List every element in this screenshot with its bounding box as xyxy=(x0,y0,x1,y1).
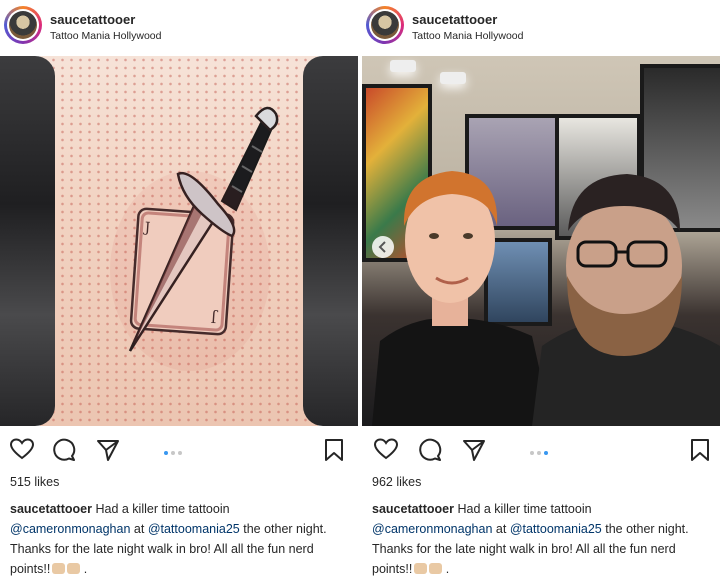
chevron-left-icon[interactable] xyxy=(372,236,394,258)
avatar[interactable] xyxy=(4,6,42,44)
clap-emoji-icon xyxy=(414,563,428,574)
heart-icon[interactable] xyxy=(373,438,399,465)
caption: saucetattooer Had a killer time tattooin… xyxy=(10,502,327,576)
post-actions xyxy=(0,428,358,468)
username[interactable]: saucetattooer xyxy=(50,12,135,27)
username[interactable]: saucetattooer xyxy=(412,12,497,27)
location-link[interactable]: Tattoo Mania Hollywood xyxy=(50,30,161,42)
comment-icon[interactable] xyxy=(418,438,442,467)
comment-icon[interactable] xyxy=(52,438,76,467)
dagger-card-tattoo-image: J J xyxy=(110,106,279,371)
carousel-indicator xyxy=(164,442,185,460)
clap-emoji-icon xyxy=(67,563,81,574)
post-actions xyxy=(362,428,720,468)
post-header: saucetattooer Tattoo Mania Hollywood xyxy=(0,0,358,56)
location-link[interactable]: Tattoo Mania Hollywood xyxy=(412,30,523,42)
share-icon[interactable] xyxy=(96,438,120,467)
caption: saucetattooer Had a killer time tattooin… xyxy=(372,502,689,576)
post-photo-tattoo[interactable]: J J xyxy=(0,56,358,426)
mention-link[interactable]: @cameronmonaghan xyxy=(10,522,130,536)
carousel-indicator xyxy=(530,442,551,460)
heart-icon[interactable] xyxy=(9,438,35,465)
bookmark-icon[interactable] xyxy=(324,438,344,467)
share-icon[interactable] xyxy=(462,438,486,467)
likes-count[interactable]: 962 likes xyxy=(372,475,421,489)
mention-link[interactable]: @cameronmonaghan xyxy=(372,522,492,536)
mention-link[interactable]: @tattoomania25 xyxy=(510,522,602,536)
mention-link[interactable]: @tattoomania25 xyxy=(148,522,240,536)
instagram-post-selfie: saucetattooer Tattoo Mania Hollywood 962… xyxy=(362,0,720,577)
clap-emoji-icon xyxy=(429,563,443,574)
caption-username[interactable]: saucetattooer xyxy=(372,502,454,516)
clap-emoji-icon xyxy=(52,563,66,574)
post-photo-selfie[interactable] xyxy=(362,56,720,426)
post-header: saucetattooer Tattoo Mania Hollywood xyxy=(362,0,720,56)
caption-username[interactable]: saucetattooer xyxy=(10,502,92,516)
instagram-post-tattoo: saucetattooer Tattoo Mania Hollywood J J xyxy=(0,0,358,577)
bookmark-icon[interactable] xyxy=(690,438,710,467)
likes-count[interactable]: 515 likes xyxy=(10,475,59,489)
selfie-people-image xyxy=(372,171,720,426)
avatar[interactable] xyxy=(366,6,404,44)
